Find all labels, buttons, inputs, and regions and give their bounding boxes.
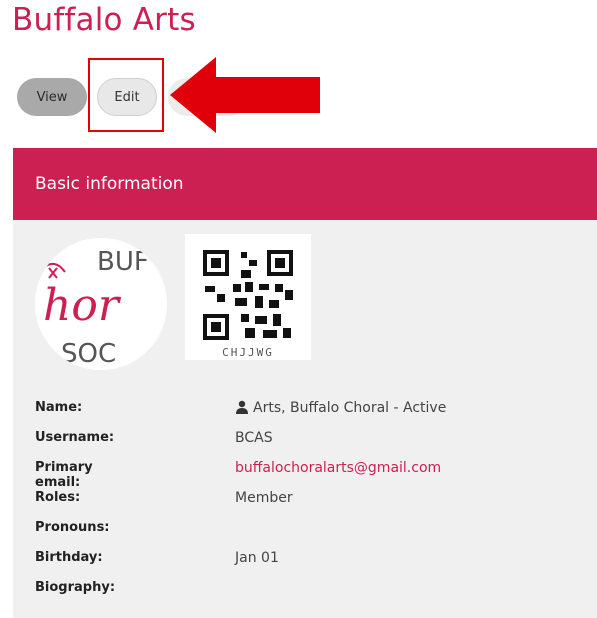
- card-header: Basic information: [13, 148, 597, 220]
- field-label: Roles:: [35, 490, 81, 505]
- field-label: Name:: [35, 400, 83, 415]
- qr-caption: CHJJWG: [222, 346, 274, 359]
- avatar-text-bottom: SOC: [61, 339, 116, 369]
- avatar: BUF hor SOC: [35, 238, 167, 370]
- name-value: Arts, Buffalo Choral - Active: [253, 400, 447, 416]
- field-label: Username:: [35, 430, 115, 445]
- birthday-value: Jan 01: [235, 550, 279, 566]
- avatar-logo: BUF hor SOC: [35, 238, 167, 370]
- username-value: BCAS: [235, 430, 273, 446]
- person-icon: [236, 400, 248, 414]
- field-label: Pronouns:: [35, 520, 110, 535]
- view-button[interactable]: View: [17, 78, 87, 116]
- field-value-name: Arts, Buffalo Choral - Active: [235, 400, 446, 416]
- avatar-text-top: BUF: [97, 247, 149, 277]
- field-label: Biography:: [35, 580, 116, 595]
- email-link[interactable]: buffalochoralarts@gmail.com: [235, 460, 441, 476]
- roles-value: Member: [235, 490, 293, 506]
- qr-code-icon: CHJJWG: [185, 234, 311, 360]
- field-label: Primary email:: [35, 460, 93, 490]
- page-title: Buffalo Arts: [12, 2, 196, 38]
- edit-highlight-box: [88, 58, 164, 132]
- card-title: Basic information: [35, 174, 184, 194]
- qr-code: CHJJWG: [185, 234, 311, 360]
- arrow-left-icon: [170, 57, 320, 133]
- basic-information-card: Basic information BUF hor SOC CHJJWG Nam…: [13, 148, 597, 618]
- avatar-text-middle: hor: [43, 280, 122, 331]
- field-label: Birthday:: [35, 550, 103, 565]
